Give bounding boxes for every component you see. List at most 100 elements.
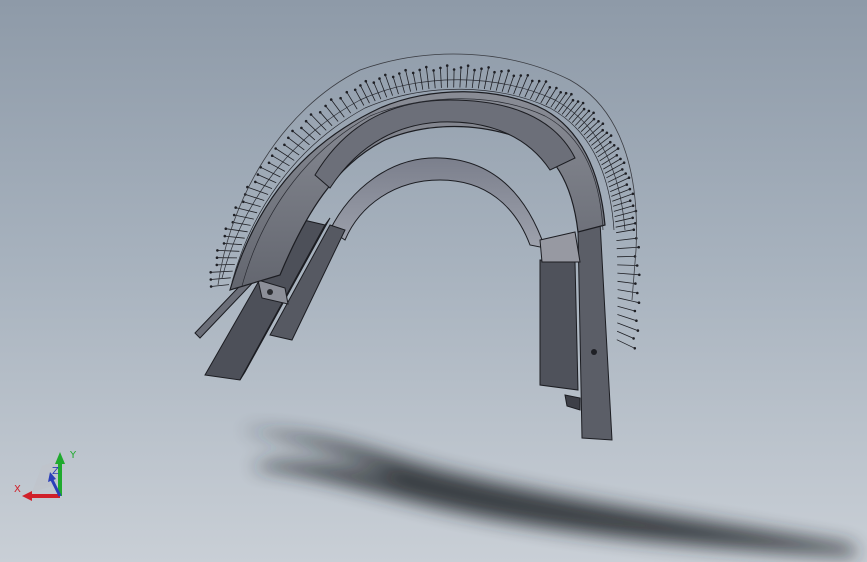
bristle-tip: [592, 111, 595, 115]
bristle-pin: [405, 70, 411, 92]
bristle-tip: [424, 65, 428, 69]
bristle-tip: [359, 84, 362, 87]
y-axis-label: Y: [69, 450, 77, 461]
bristle-tip: [633, 222, 637, 225]
bristle-pin: [217, 250, 240, 252]
bristle-tip: [439, 66, 442, 70]
bristle-tip: [615, 154, 619, 157]
bristle-pin: [507, 75, 515, 93]
bristle-pin: [568, 102, 584, 121]
bristle-tip: [519, 74, 523, 77]
bristle-tip: [480, 67, 483, 70]
bristle-pin: [586, 123, 604, 139]
bristle-pin: [614, 210, 637, 217]
bristle-tip: [493, 70, 496, 74]
bristle-pin: [616, 229, 634, 234]
bristle-tip: [215, 263, 219, 267]
bristle-tip: [270, 154, 274, 158]
bristle-tip: [432, 69, 435, 72]
bristle-pin: [433, 70, 436, 89]
bristle-tip: [329, 98, 333, 101]
bristle-pin: [275, 148, 295, 161]
bristle-pin: [617, 289, 638, 294]
bristle-tip: [473, 68, 476, 72]
bristle-tip: [571, 98, 575, 102]
bristle-pin: [617, 264, 638, 266]
bristle-tip: [622, 161, 626, 165]
bristle-tip: [526, 74, 530, 77]
bristle-tip: [631, 204, 635, 208]
bristle-tip: [216, 249, 219, 252]
bristle-pin: [255, 181, 273, 189]
bristle-pin: [247, 186, 269, 195]
bristle-pin: [617, 297, 640, 304]
bristle-tip: [300, 126, 303, 130]
bristle-tip: [507, 69, 510, 72]
bristle-tip: [353, 88, 357, 92]
bristle-pin: [578, 112, 594, 129]
bristle-pin: [604, 162, 625, 174]
view-triad[interactable]: Y X Z: [12, 444, 82, 506]
bristle-tip: [309, 113, 313, 116]
bristle-tip: [242, 200, 245, 204]
bristle-pin: [599, 148, 619, 162]
z-axis-label: Z: [52, 466, 59, 477]
bristle-tip: [291, 129, 294, 133]
bristle-tip: [582, 107, 586, 111]
model-render[interactable]: [0, 0, 867, 562]
bristle-pin: [616, 330, 634, 339]
bristle-tip: [637, 301, 641, 305]
right-leg[interactable]: [539, 221, 613, 441]
bristle-pin: [373, 82, 382, 100]
bristle-pin: [477, 68, 482, 89]
bristle-tip: [404, 68, 407, 72]
bristle-tip: [466, 64, 470, 67]
bristle-tip: [592, 117, 596, 121]
bristle-pin: [583, 121, 599, 136]
bristle-pin: [561, 99, 574, 115]
bristle-pin: [360, 85, 370, 104]
bristle-pin: [588, 129, 603, 143]
bristle-pin: [384, 74, 393, 96]
bristle-tip: [283, 143, 286, 147]
graphics-viewport[interactable]: Y X Z: [0, 0, 867, 562]
bristle-tip: [605, 131, 609, 135]
bristle-pin: [465, 65, 469, 88]
bristle-tip: [452, 68, 456, 71]
bristle-tip: [616, 147, 620, 150]
bristle-tip: [397, 72, 401, 75]
bristle-pin: [617, 305, 636, 312]
bristle-pin: [471, 70, 475, 89]
bristle-pin: [591, 132, 608, 146]
bristle-tip: [232, 213, 236, 217]
bristle-tip: [209, 270, 213, 274]
bristle-pin: [392, 76, 399, 95]
bristle-tip: [570, 92, 573, 96]
bristle-pin: [325, 105, 339, 122]
bristle-tip: [391, 75, 395, 79]
bristle-pin: [616, 339, 635, 349]
bristle-tip: [597, 120, 600, 123]
bristle-tip: [559, 91, 562, 94]
bristle-tip: [612, 144, 616, 147]
bristle-tip: [364, 79, 368, 83]
bristle-tip: [345, 90, 349, 94]
bristle-tip: [633, 346, 637, 350]
bristle-tip: [215, 256, 219, 260]
bristle-pin: [617, 280, 636, 284]
bristle-tip: [383, 73, 387, 77]
bristle-tip: [274, 147, 278, 150]
bristle-pin: [617, 322, 639, 331]
bristle-pin: [575, 110, 590, 126]
bristle-pin: [554, 92, 567, 110]
bristle-tip: [256, 173, 260, 176]
bristle-tip: [631, 216, 634, 220]
bristle-tip: [636, 329, 640, 332]
bristle-tip: [601, 128, 604, 132]
bristle-pin: [513, 75, 522, 95]
bristle-tip: [530, 79, 534, 83]
bristle-tip: [625, 183, 629, 186]
x-axis-label: X: [14, 484, 21, 495]
bristle-pin: [495, 71, 502, 91]
bristle-pin: [616, 246, 639, 250]
